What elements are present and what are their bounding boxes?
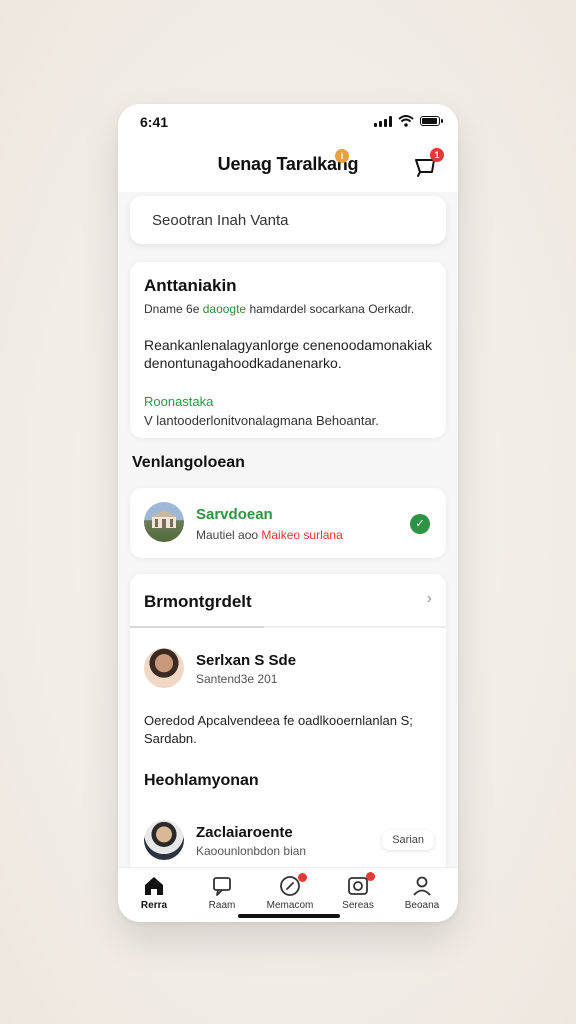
verified-meta: Mautiel aoo Maikeo surlana bbox=[196, 528, 343, 542]
notification-badge: 1 bbox=[430, 148, 444, 162]
status-bar: 6:41 bbox=[118, 104, 458, 138]
home-icon bbox=[145, 877, 163, 895]
verified-meta-label: Mautiel aoo bbox=[196, 528, 259, 542]
tab-bar: Rerra Raam Memacom Sereas Beoana bbox=[118, 867, 458, 922]
app-header: Uenag Taralkang i 1 bbox=[118, 138, 458, 192]
person-action-button[interactable]: Sarian bbox=[382, 830, 434, 850]
tab-compose-label: Memacom bbox=[266, 900, 314, 911]
about-subtitle-prefix: Dname 6e bbox=[144, 302, 200, 316]
person-meta: Kaoounlonbdon bian bbox=[196, 844, 307, 858]
person-name[interactable]: Zaclaiaroente bbox=[196, 824, 293, 841]
profile-icon bbox=[413, 876, 431, 896]
battery-icon bbox=[420, 116, 443, 126]
about-footer: V lantooderlonitvonalagmana Behoantar. bbox=[144, 413, 379, 428]
about-subtitle-highlight: daoogte bbox=[202, 302, 247, 316]
feed-subheading: Heohlamyonan bbox=[144, 772, 259, 789]
wifi-icon bbox=[398, 115, 414, 127]
post-author[interactable]: Serlxan S Sde bbox=[196, 652, 296, 669]
about-subtitle-rest: hamdardel socarkana Oerkadr. bbox=[249, 302, 415, 316]
phone-screen: 6:41 Uenag Taralkang i 1 Anttaniakin bbox=[118, 104, 458, 922]
chat-icon bbox=[213, 877, 231, 896]
compose-badge bbox=[298, 873, 307, 882]
tab-camera-label: Sereas bbox=[342, 900, 374, 911]
about-body: Reankanlenalagyanlorge cenenoodamonakiak… bbox=[144, 337, 432, 371]
check-icon: ✓ bbox=[410, 514, 430, 534]
search-bar[interactable] bbox=[130, 196, 446, 244]
post-body: Oeredod Apcalvendeea fe oadlkooernlanlan… bbox=[144, 713, 413, 746]
feed-title: Brmontgrdelt bbox=[144, 592, 252, 611]
tab-home[interactable]: Rerra bbox=[120, 874, 188, 911]
post-author-avatar[interactable] bbox=[144, 648, 184, 688]
section-title: Venlangoloean bbox=[132, 454, 245, 471]
tab-home-label: Rerra bbox=[140, 900, 168, 911]
home-indicator bbox=[238, 914, 340, 918]
title-badge: i bbox=[335, 149, 349, 163]
signal-icon bbox=[374, 115, 392, 127]
tab-profile-label: Beoana bbox=[404, 900, 440, 911]
tab-compose[interactable]: Memacom bbox=[256, 873, 324, 911]
search-input[interactable] bbox=[150, 210, 426, 230]
person-avatar[interactable] bbox=[144, 820, 184, 860]
verified-card[interactable]: Sarvdoean Mautiel aoo Maikeo surlana ✓ bbox=[130, 488, 446, 558]
place-avatar bbox=[144, 502, 184, 542]
about-link[interactable]: Roonastaka bbox=[144, 394, 432, 409]
post-date: Santend3e 201 bbox=[196, 672, 278, 686]
tab-camera[interactable]: Sereas bbox=[324, 872, 392, 911]
chevron-right-icon[interactable]: › bbox=[427, 590, 432, 608]
about-card: Anttaniakin Dname 6e daoogte hamdardel s… bbox=[130, 262, 446, 438]
tab-chat-label: Raam bbox=[208, 900, 236, 911]
about-title: Anttaniakin bbox=[144, 276, 237, 295]
tab-profile[interactable]: Beoana bbox=[388, 874, 456, 911]
status-icons bbox=[374, 115, 443, 127]
feed-card: Brmontgrdelt › Serlxan S Sde Santend3e 2… bbox=[130, 574, 446, 874]
camera-badge bbox=[366, 872, 375, 881]
about-subtitle: Dname 6e daoogte hamdardel socarkana Oer… bbox=[144, 302, 432, 316]
verified-meta-highlight: Maikeo surlana bbox=[261, 528, 343, 542]
app-title: Uenag Taralkang bbox=[217, 154, 359, 174]
verified-name: Sarvdoean bbox=[196, 506, 273, 523]
status-time: 6:41 bbox=[140, 114, 169, 130]
feed-tab-indicator bbox=[130, 626, 264, 628]
tab-chat[interactable]: Raam bbox=[188, 874, 256, 911]
